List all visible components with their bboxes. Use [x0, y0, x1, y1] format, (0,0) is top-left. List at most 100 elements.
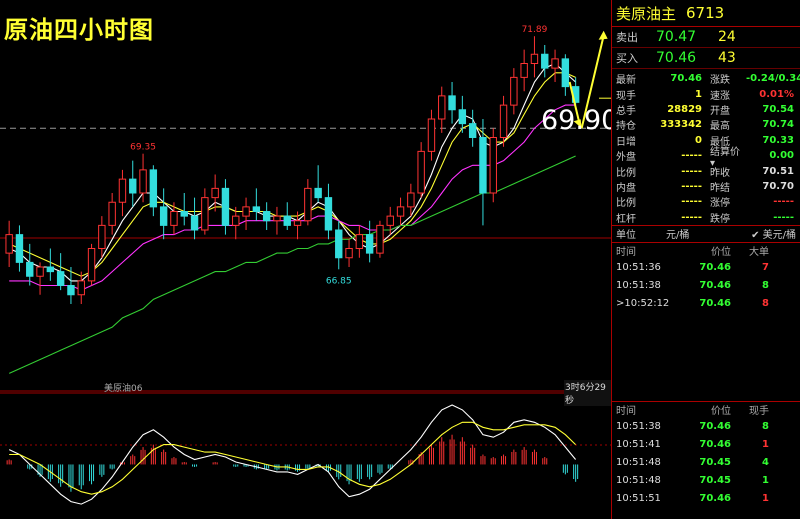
candle-body [510, 76, 518, 106]
tick-qty: 1 [762, 493, 769, 505]
unit-row[interactable]: 单位 元/桶 ✔ 美元/桶 [612, 226, 800, 243]
tick-list[interactable]: 10:51:38 70.46 8 10:51:41 70.46 1 10:51:48 70.4… [612, 418, 800, 508]
stat-key-2: 速涨 [710, 90, 730, 102]
candle-body [335, 229, 343, 259]
tick-row[interactable]: 10:51:38 70.46 8 [612, 277, 800, 295]
macd-dea-line [9, 421, 576, 495]
stat-value: 28829 [667, 103, 702, 115]
candle-body [530, 53, 539, 64]
candle-body [376, 224, 384, 254]
tick-row[interactable]: >10:52:12 70.46 8 [612, 295, 800, 313]
tick-row[interactable]: 10:51:41 70.46 1 [612, 436, 800, 454]
stat-key-2: 最高 [710, 121, 730, 133]
stat-key: 持仓 [616, 121, 636, 133]
tick-row[interactable]: 10:51:48 70.45 1 [612, 472, 800, 490]
ticks2-col-qty: 现手 [749, 406, 769, 418]
unit-label: 单位 [616, 230, 636, 242]
candle-body [170, 211, 178, 226]
candle-body [118, 178, 127, 203]
stat-value-2: 70.70 [762, 180, 794, 192]
tick-price: 70.45 [699, 475, 731, 487]
tick-row[interactable]: 10:51:38 70.46 8 [612, 418, 800, 436]
stat-value-2: 70.54 [762, 103, 794, 115]
candle-body [417, 150, 425, 194]
stat-row: 外盘 ----- 结算价 ▾ 0.00 [612, 147, 800, 169]
tick-price: 70.46 [699, 280, 731, 292]
candle-body [283, 215, 291, 226]
tick-qty: 8 [762, 298, 769, 310]
candle-body [438, 95, 446, 120]
candle-body [252, 206, 261, 212]
candlestick-chart[interactable]: 69.35 66.85 71.89 [0, 0, 611, 519]
candle-body [561, 58, 570, 88]
stat-key-2: 涨停 [710, 198, 730, 210]
stat-key: 最新 [616, 75, 636, 87]
ticks1-col-price: 价位 [711, 247, 731, 259]
candle-body [520, 63, 528, 78]
price-extreme-label: 71.89 [522, 25, 548, 35]
stats-grid: 最新 70.46 涨跌 -0.24/0.34% 现手 1 速涨 0.01% 总手 28829 开盘 7… [612, 69, 800, 226]
stat-value: 1 [695, 88, 702, 100]
stat-value-2: 0.01% [759, 88, 794, 100]
candle-body [324, 197, 333, 231]
stat-row: 比例 ----- 涨停 ----- [612, 194, 800, 209]
candle-body [499, 104, 508, 138]
candle-body [56, 271, 65, 286]
candle-body [386, 215, 394, 226]
candle-body [427, 118, 436, 152]
stat-value: ----- [681, 150, 702, 162]
candle-body [221, 187, 230, 226]
tick-time: 10:51:36 [616, 262, 661, 274]
tick-row[interactable]: 10:51:36 70.46 7 [612, 259, 800, 277]
stat-key-2: 跌停 [710, 213, 730, 225]
bid-label: 买入 [616, 52, 638, 65]
ask-price: 70.47 [656, 29, 697, 45]
chart-title: 原油四小时图 [4, 16, 154, 44]
tick-row[interactable]: 10:51:48 70.45 4 [612, 454, 800, 472]
ask-label: 卖出 [616, 31, 638, 44]
candle-body [314, 187, 322, 199]
quote-panel: 美原油主 6713 卖出 70.47 24 买入 70.46 43 最新 70.4… [611, 0, 800, 519]
candle-body [36, 266, 44, 277]
candle-body [479, 137, 487, 194]
ask-row[interactable]: 卖出 70.47 24 [612, 27, 800, 48]
stat-key: 日增 [616, 136, 636, 148]
tick-qty: 7 [762, 262, 769, 274]
tick-qty: 8 [762, 280, 769, 292]
candle-body [87, 248, 96, 282]
unit-usd-option[interactable]: ✔ 美元/桶 [736, 226, 796, 241]
stat-value-2: ----- [773, 196, 794, 208]
candle-body [345, 248, 353, 259]
large-order-list[interactable]: 10:51:36 70.46 7 10:51:38 70.46 8 >10:52:12 70.… [612, 259, 800, 313]
stat-value: ----- [681, 180, 702, 192]
candle-body [232, 215, 240, 226]
tick-row[interactable]: 10:51:51 70.46 1 [612, 490, 800, 508]
stat-key-2: 开盘 [710, 105, 730, 117]
price-extreme-label: 66.85 [326, 276, 352, 286]
tick-qty: 8 [762, 421, 769, 433]
tick-time: >10:52:12 [616, 298, 670, 310]
stat-key-2: 昨收 [710, 167, 730, 179]
chart-area[interactable]: 69.35 66.85 71.89 原油四小时图 69.90 美原油06 3时6分2… [0, 0, 618, 519]
candle-body [201, 197, 209, 231]
tick-time: 10:51:41 [616, 439, 661, 451]
ask-volume: 24 [718, 29, 736, 45]
candle-body [15, 234, 24, 263]
panel-header: 美原油主 6713 [612, 0, 800, 27]
bid-row[interactable]: 买入 70.46 43 [612, 48, 800, 69]
stat-row: 总手 28829 开盘 70.54 [612, 102, 800, 117]
tick-price: 70.46 [699, 298, 731, 310]
unit-cny-option[interactable]: 元/桶 [666, 226, 736, 241]
candle-body [26, 261, 34, 277]
tick-price: 70.46 [699, 421, 731, 433]
tick-price: 70.45 [699, 457, 731, 469]
tick-qty: 1 [762, 475, 769, 487]
candle-body [67, 285, 75, 296]
tick-price: 70.46 [699, 439, 731, 451]
candle-body [448, 95, 456, 111]
stat-value-2: -0.24/0.34% [746, 73, 800, 85]
stat-value-2: 0.00 [769, 150, 794, 162]
candle-body [180, 211, 188, 217]
candle-body [139, 169, 147, 194]
series-tag: 美原油06 [104, 384, 143, 394]
